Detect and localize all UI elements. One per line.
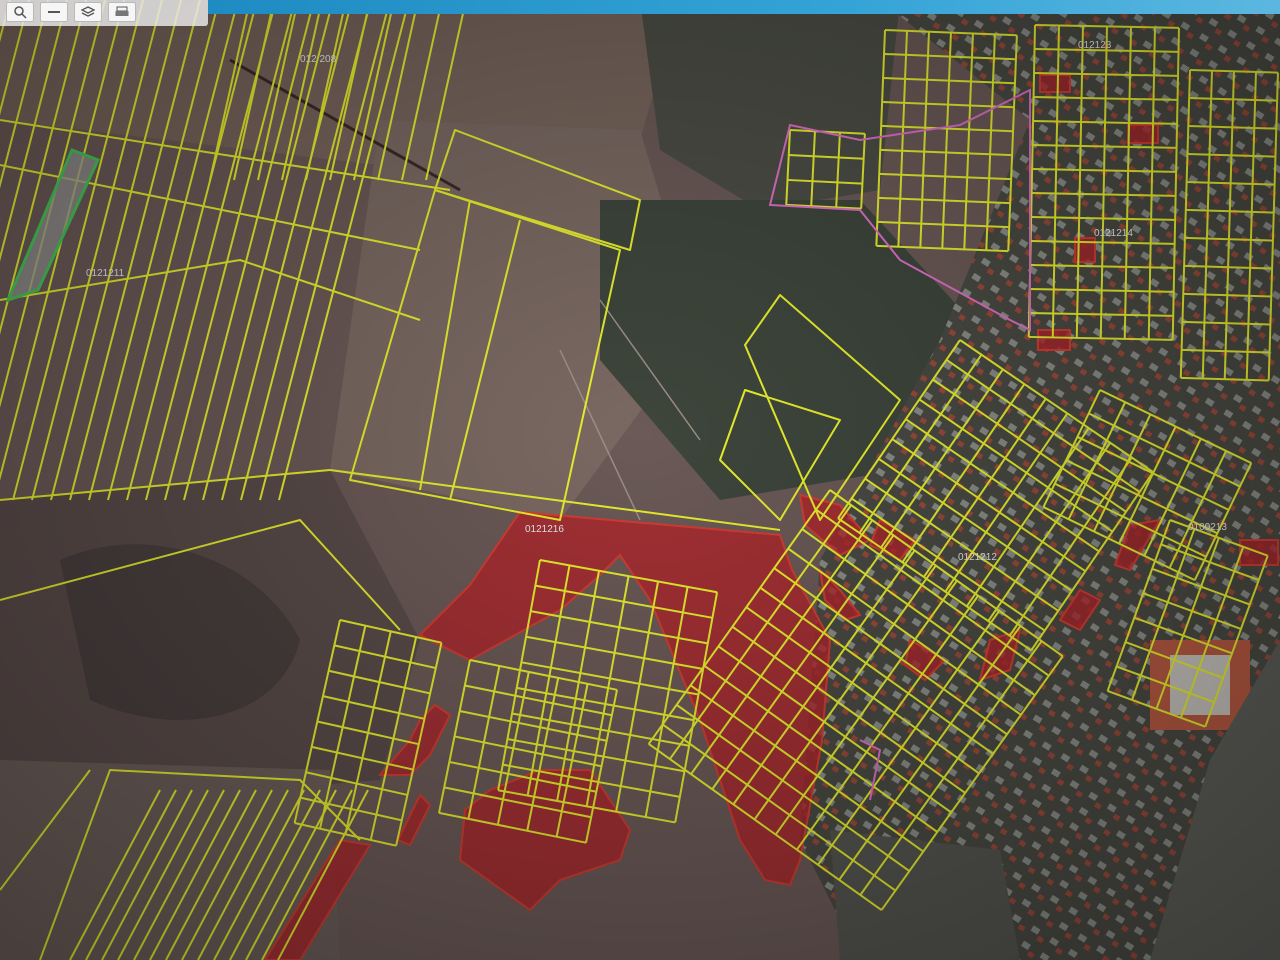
sector-label-208: 012 208 [300, 54, 337, 65]
print-button[interactable] [108, 2, 136, 22]
sector-label-216: 0121216 [525, 524, 564, 535]
map-canvas[interactable]: 012 208 0121211 012123 0121214 0121216 0… [0, 0, 1280, 960]
sector-label-0213: 0100213 [1188, 522, 1227, 533]
zoom-out-button[interactable] [40, 2, 68, 22]
print-icon [115, 6, 129, 16]
browser-header-strip [208, 0, 1280, 14]
sector-label-212: 0121212 [958, 552, 997, 563]
layers-icon [80, 6, 96, 17]
cadastral-map[interactable]: 012 208 0121211 012123 0121214 0121216 0… [0, 0, 1280, 960]
zoom-in-icon [14, 6, 27, 19]
layers-button[interactable] [74, 2, 102, 22]
sector-label-213: 012123 [1078, 40, 1112, 51]
map-toolbar [0, 0, 208, 26]
sector-label-214: 0121214 [1094, 228, 1133, 239]
highlighted-parcel-ne-1[interactable] [1039, 74, 1071, 93]
zoom-out-icon [48, 11, 60, 13]
zoom-in-button[interactable] [6, 2, 34, 22]
highlighted-parcel-ne-3[interactable] [1037, 329, 1071, 351]
sector-label-211: 0121211 [86, 268, 125, 279]
